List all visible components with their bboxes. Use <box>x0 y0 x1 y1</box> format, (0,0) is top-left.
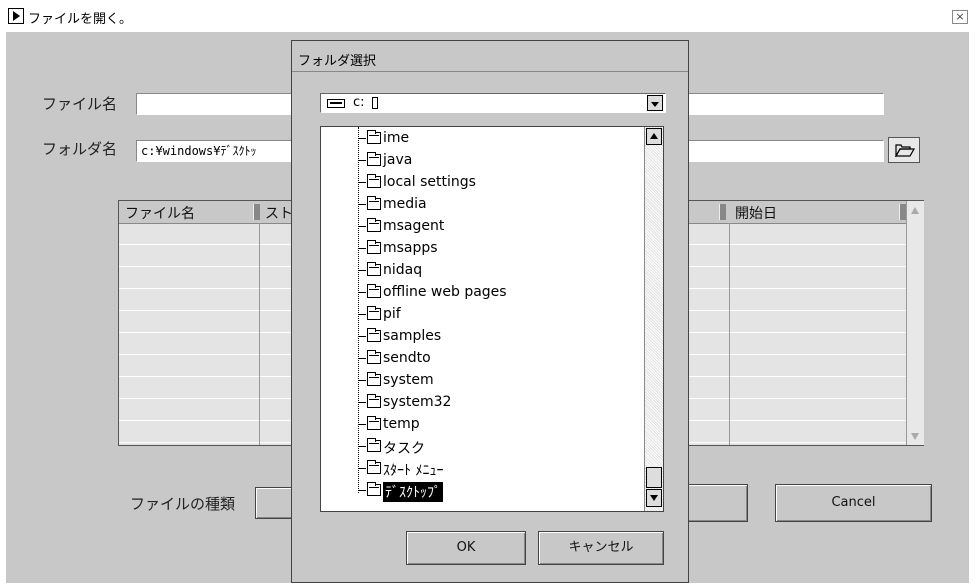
folder-select-dialog: フォルダ選択 c: ime java local settings media msag… <box>291 40 689 583</box>
folder-icon <box>367 438 381 452</box>
folder-icon <box>367 482 381 496</box>
folder-name: msagent <box>383 218 445 234</box>
scroll-down-icon[interactable] <box>646 489 662 507</box>
filename-label: ファイル名 <box>42 95 118 113</box>
filetype-select[interactable] <box>255 487 295 519</box>
tree-branch <box>358 182 366 183</box>
column-header-start[interactable]: スト <box>265 203 293 223</box>
folder-name: msapps <box>383 240 438 256</box>
table-scrollbar[interactable] <box>906 201 924 445</box>
scroll-up-icon[interactable] <box>911 207 919 214</box>
tree-branch <box>358 160 366 161</box>
folder-name: nidaq <box>383 262 423 278</box>
folder-name: ime <box>383 130 410 146</box>
tree-branch <box>358 402 366 403</box>
filetype-label: ファイルの種類 <box>130 495 236 513</box>
drive-value: c: <box>353 95 365 110</box>
folder-name: local settings <box>383 174 476 190</box>
scroll-up-icon[interactable] <box>646 128 662 145</box>
folder-name: ｽﾀｰﾄ ﾒﾆｭｰ <box>383 463 444 479</box>
tree-branch <box>358 204 366 205</box>
dialog-titlebar[interactable]: フォルダ選択 <box>292 41 688 72</box>
tree-branch <box>358 424 366 425</box>
column-separator[interactable] <box>899 204 906 220</box>
folder-icon <box>367 174 381 188</box>
column-header-filename[interactable]: ファイル名 <box>125 203 195 223</box>
column-divider <box>259 223 260 445</box>
column-separator[interactable] <box>719 204 726 220</box>
folder-icon <box>367 152 381 166</box>
folder-icon <box>367 262 381 276</box>
scroll-thumb[interactable] <box>646 467 662 488</box>
tree-branch <box>358 380 366 381</box>
drive-select[interactable]: c: <box>320 93 666 113</box>
folder-name: samples <box>383 328 442 344</box>
drive-icon <box>327 99 345 108</box>
folder-name: system <box>383 372 434 388</box>
ok-button[interactable]: OK <box>406 531 526 565</box>
tree-branch <box>358 138 366 139</box>
open-button[interactable] <box>686 484 748 522</box>
folder-icon <box>367 460 381 474</box>
folder-icon <box>367 306 381 320</box>
tree-branch <box>358 358 366 359</box>
folder-icon <box>367 196 381 210</box>
folder-name: ﾃﾞｽｸﾄｯﾌﾟ <box>383 482 443 502</box>
column-divider <box>729 223 730 445</box>
folder-icon <box>367 130 381 144</box>
folder-path-text: c:¥windows¥ﾃﾞｽｸﾄｯ <box>141 144 257 158</box>
tree-branch <box>358 248 366 249</box>
folder-icon <box>367 394 381 408</box>
file-open-window: ファイルを開く。 × ファイル名 フォルダ名 c:¥windows¥ﾃﾞｽｸﾄｯ… <box>0 0 975 587</box>
column-header-start-date[interactable]: 開始日 <box>735 203 777 223</box>
dialog-title: フォルダ選択 <box>298 54 377 69</box>
close-button[interactable]: × <box>952 10 968 24</box>
folder-icon <box>367 416 381 430</box>
tree-branch <box>358 226 366 227</box>
folder-name: system32 <box>383 394 452 410</box>
open-folder-icon <box>895 144 915 157</box>
tree-branch <box>358 468 366 469</box>
column-separator[interactable] <box>253 204 260 220</box>
tree-scrollbar[interactable] <box>644 127 663 511</box>
app-icon <box>8 8 24 24</box>
folder-icon <box>367 240 381 254</box>
tree-branch <box>358 336 366 337</box>
tree-branch <box>358 446 366 447</box>
cancel-button[interactable]: Cancel <box>775 484 932 522</box>
folder-name: offline web pages <box>383 284 507 300</box>
folder-name: java <box>383 152 413 168</box>
window-title: ファイルを開く。 <box>28 12 133 27</box>
folder-tree[interactable]: ime java local settings media msagent msapps n… <box>320 126 664 512</box>
folder-icon <box>367 350 381 364</box>
scroll-down-icon[interactable] <box>911 433 919 440</box>
tree-branch <box>358 292 366 293</box>
tree-branch <box>358 270 366 271</box>
folder-icon <box>367 372 381 386</box>
folder-label: フォルダ名 <box>42 140 118 158</box>
folder-name: タスク <box>383 441 425 457</box>
folder-icon <box>367 218 381 232</box>
folder-name: pif <box>383 306 401 322</box>
folder-name: temp <box>383 416 420 432</box>
folder-name: sendto <box>383 350 431 366</box>
tree-branch <box>358 490 366 491</box>
chevron-down-icon[interactable] <box>647 95 663 111</box>
folder-name: media <box>383 196 427 212</box>
folder-icon <box>367 284 381 298</box>
folder-icon <box>367 328 381 342</box>
text-cursor <box>372 97 378 109</box>
dialog-cancel-button[interactable]: キャンセル <box>538 531 664 565</box>
tree-branch <box>358 314 366 315</box>
browse-folder-button[interactable] <box>888 137 920 163</box>
